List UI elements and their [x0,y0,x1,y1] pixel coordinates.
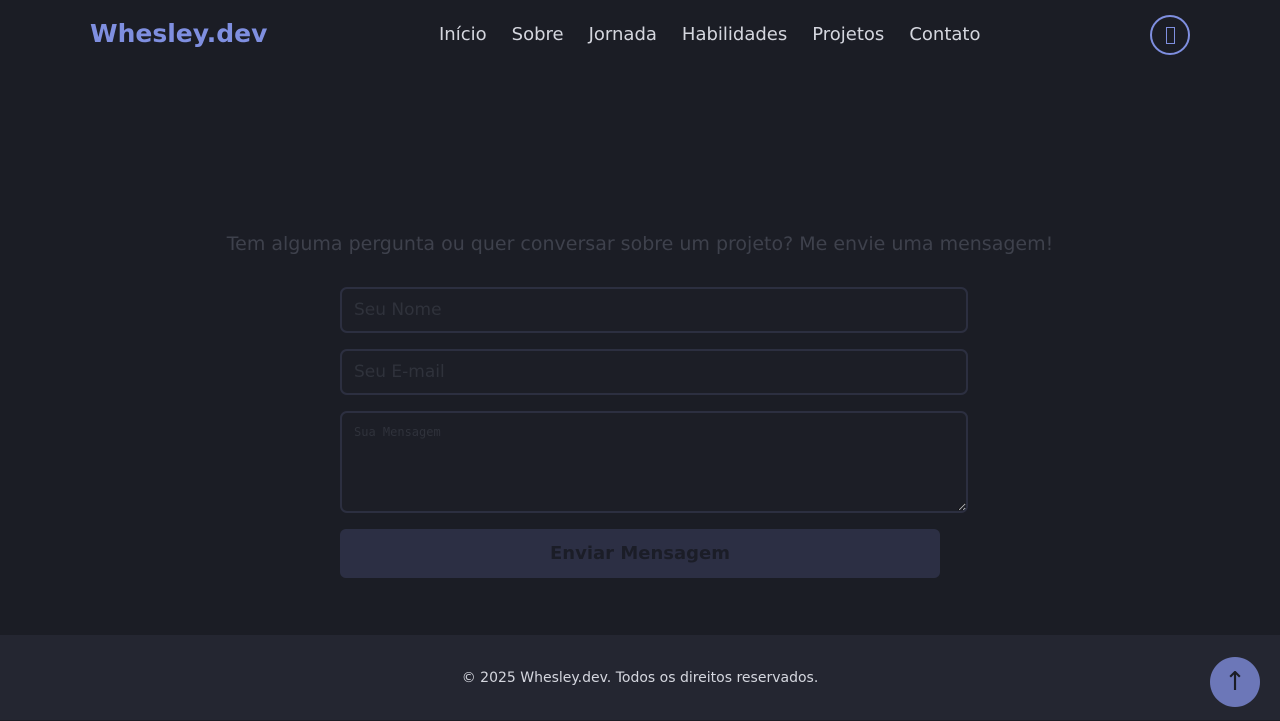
main-nav: Início Sobre Jornada Habilidades Projeto… [439,24,980,45]
nav-habilidades[interactable]: Habilidades [682,24,787,45]
nav-sobre[interactable]: Sobre [512,24,564,45]
nav-jornada[interactable]: Jornada [589,24,657,45]
back-to-top-button[interactable]: ↑ [1210,657,1260,707]
logo[interactable]: Whesley.dev [90,19,267,48]
email-input[interactable] [340,349,968,395]
footer: © 2025 Whesley.dev. Todos os direitos re… [0,635,1280,720]
copyright: © 2025 Whesley.dev. Todos os direitos re… [461,670,819,686]
contact-intro: Tem alguma pergunta ou quer conversar so… [226,233,1054,255]
nav-inicio[interactable]: Início [439,24,487,45]
arrow-up-icon: ↑ [1224,667,1246,697]
send-message-button[interactable]: Enviar Mensagem [340,529,940,578]
missing-glyph-icon [1165,26,1175,44]
header: Whesley.dev Início Sobre Jornada Habilid… [0,0,1280,70]
theme-toggle-button[interactable] [1150,15,1190,55]
name-input[interactable] [340,287,968,333]
nav-contato[interactable]: Contato [909,24,980,45]
nav-projetos[interactable]: Projetos [812,24,884,45]
message-textarea[interactable] [340,411,968,513]
